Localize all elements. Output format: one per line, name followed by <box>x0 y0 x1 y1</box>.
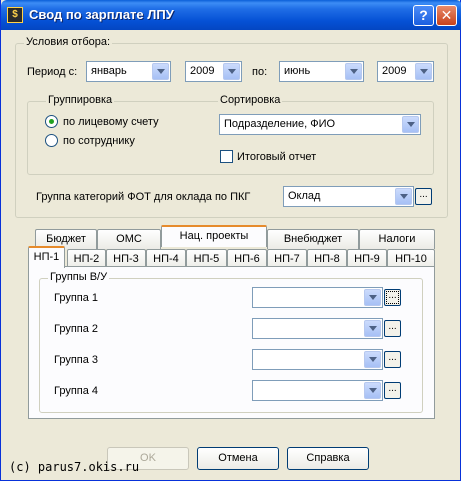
fot-browse-button[interactable]: ... <box>415 188 432 205</box>
group-3-label: Группа 3 <box>54 354 99 366</box>
chevron-down-icon[interactable] <box>364 289 381 306</box>
radio-by-employee-label[interactable]: по сотруднику <box>63 135 135 147</box>
close-icon[interactable]: ✕ <box>436 5 457 26</box>
chevron-down-icon[interactable] <box>364 382 381 399</box>
chevron-down-icon[interactable] <box>364 320 381 337</box>
sorting-select[interactable]: Подразделение, ФИО <box>219 114 421 135</box>
group-4-label: Группа 4 <box>54 385 99 397</box>
tab-extrabudget[interactable]: Внебюджет <box>267 229 359 249</box>
groups-vu-label: Группы В/У <box>48 271 110 283</box>
group-4-select[interactable] <box>252 380 383 401</box>
chevron-down-icon[interactable] <box>415 63 432 80</box>
tab-oms[interactable]: ОМС <box>97 229 161 249</box>
chevron-down-icon[interactable] <box>364 351 381 368</box>
watermark-text: (c) parus7.okis.ru <box>9 460 140 474</box>
group-2-label: Группа 2 <box>54 323 99 335</box>
group-4-browse-button[interactable]: ... <box>384 382 401 399</box>
to-month-value: июнь <box>284 65 311 77</box>
to-year-select[interactable]: 2009 <box>377 61 434 82</box>
group-2-browse-button[interactable]: ... <box>384 320 401 337</box>
total-report-checkbox[interactable] <box>220 150 233 163</box>
chevron-down-icon[interactable] <box>395 188 412 205</box>
app-icon: $ <box>7 7 23 23</box>
from-year-value: 2009 <box>190 65 215 77</box>
help-title-button[interactable]: ? <box>413 5 434 26</box>
from-month-value: январь <box>91 65 127 77</box>
dialog-window: $ Свод по зарплате ЛПУ ? ✕ Условия отбор… <box>0 0 461 481</box>
to-month-select[interactable]: июнь <box>279 61 364 82</box>
title-bar[interactable]: $ Свод по зарплате ЛПУ ? ✕ <box>1 0 461 30</box>
radio-by-account[interactable] <box>45 115 58 128</box>
period-label: Период с: <box>27 66 78 78</box>
grouping-label: Группировка <box>46 94 115 106</box>
tab-taxes[interactable]: Налоги <box>359 229 435 249</box>
group-1-browse-button[interactable]: ... <box>384 289 401 306</box>
cancel-button[interactable]: Отмена <box>197 447 279 470</box>
group-1-select[interactable] <box>252 287 383 308</box>
group-3-browse-button[interactable]: ... <box>384 351 401 368</box>
filter-group-label: Условия отбора: <box>24 36 113 48</box>
chevron-down-icon[interactable] <box>223 63 240 80</box>
group-3-select[interactable] <box>252 349 383 370</box>
total-report-label[interactable]: Итоговый отчет <box>237 151 316 163</box>
radio-by-employee[interactable] <box>45 134 58 147</box>
fot-value: Оклад <box>288 190 321 202</box>
help-button[interactable]: Справка <box>287 447 369 470</box>
sorting-label: Сортировка <box>218 94 283 106</box>
radio-by-account-label[interactable]: по лицевому счету <box>63 116 159 128</box>
chevron-down-icon[interactable] <box>152 63 169 80</box>
fot-label: Группа категорий ФОТ для оклада по ПКГ <box>36 191 251 203</box>
fot-select[interactable]: Оклад <box>283 186 414 207</box>
from-month-select[interactable]: январь <box>86 61 171 82</box>
to-label: по: <box>252 66 268 78</box>
group-1-label: Группа 1 <box>54 292 99 304</box>
to-year-value: 2009 <box>382 65 407 77</box>
chevron-down-icon[interactable] <box>345 63 362 80</box>
chevron-down-icon[interactable] <box>402 116 419 133</box>
tab-national-projects[interactable]: Нац. проекты <box>161 225 267 247</box>
group-2-select[interactable] <box>252 318 383 339</box>
tab-np-1[interactable]: НП-1 <box>28 246 65 268</box>
from-year-select[interactable]: 2009 <box>185 61 242 82</box>
sorting-value: Подразделение, ФИО <box>224 118 336 130</box>
window-title: Свод по зарплате ЛПУ <box>29 7 174 22</box>
